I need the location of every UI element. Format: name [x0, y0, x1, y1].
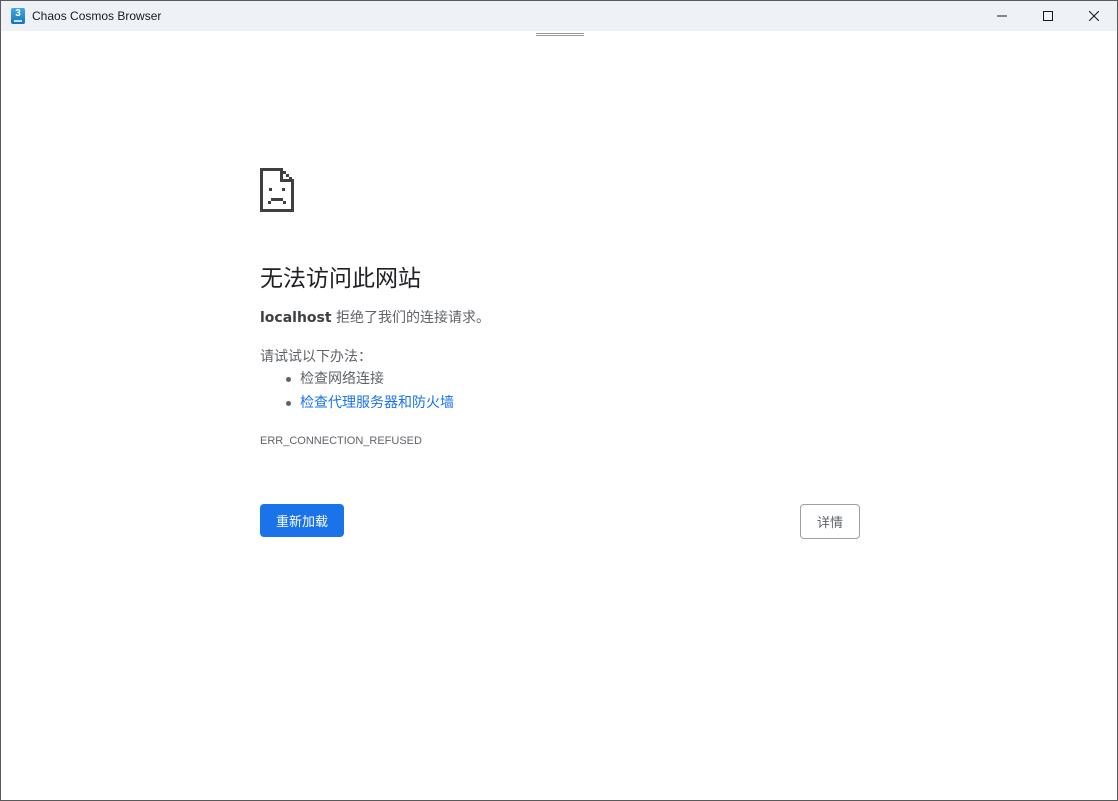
- details-button[interactable]: 详情: [800, 504, 860, 539]
- app-logo-icon: 3: [11, 8, 25, 24]
- minimize-button[interactable]: [979, 1, 1025, 31]
- list-item[interactable]: 检查代理服务器和防火墙: [260, 391, 454, 415]
- suggestion-check-network: 检查网络连接: [300, 371, 384, 387]
- title-bar[interactable]: 3 Chaos Cosmos Browser: [1, 1, 1117, 31]
- close-icon: [1089, 11, 1099, 21]
- sad-document-icon: [260, 168, 294, 212]
- close-button[interactable]: [1071, 1, 1117, 31]
- window-title: Chaos Cosmos Browser: [32, 9, 162, 23]
- maximize-button[interactable]: [1025, 1, 1071, 31]
- list-item: 检查网络连接: [260, 367, 454, 391]
- browser-window: 3 Chaos Cosmos Browser 无法访问此网站 localhost…: [0, 0, 1118, 801]
- reload-button[interactable]: 重新加载: [260, 504, 344, 537]
- suggestions-label: 请试试以下办法：: [260, 349, 372, 365]
- maximize-icon: [1043, 11, 1053, 21]
- suggestion-check-proxy-link[interactable]: 检查代理服务器和防火墙: [300, 395, 454, 411]
- error-code: ERR_CONNECTION_REFUSED: [260, 435, 422, 447]
- drag-handle[interactable]: [536, 33, 584, 37]
- suggestions-list: 检查网络连接 检查代理服务器和防火墙: [260, 367, 454, 415]
- error-message-text: 拒绝了我们的连接请求。: [336, 310, 491, 326]
- minimize-icon: [997, 15, 1007, 17]
- app-logo-label: 3: [15, 8, 21, 19]
- page-content: 无法访问此网站 localhost 拒绝了我们的连接请求。 请试试以下办法： 检…: [5, 31, 1115, 798]
- error-host: localhost: [260, 310, 332, 326]
- error-message: localhost 拒绝了我们的连接请求。: [260, 307, 490, 327]
- error-heading: 无法访问此网站: [260, 266, 421, 292]
